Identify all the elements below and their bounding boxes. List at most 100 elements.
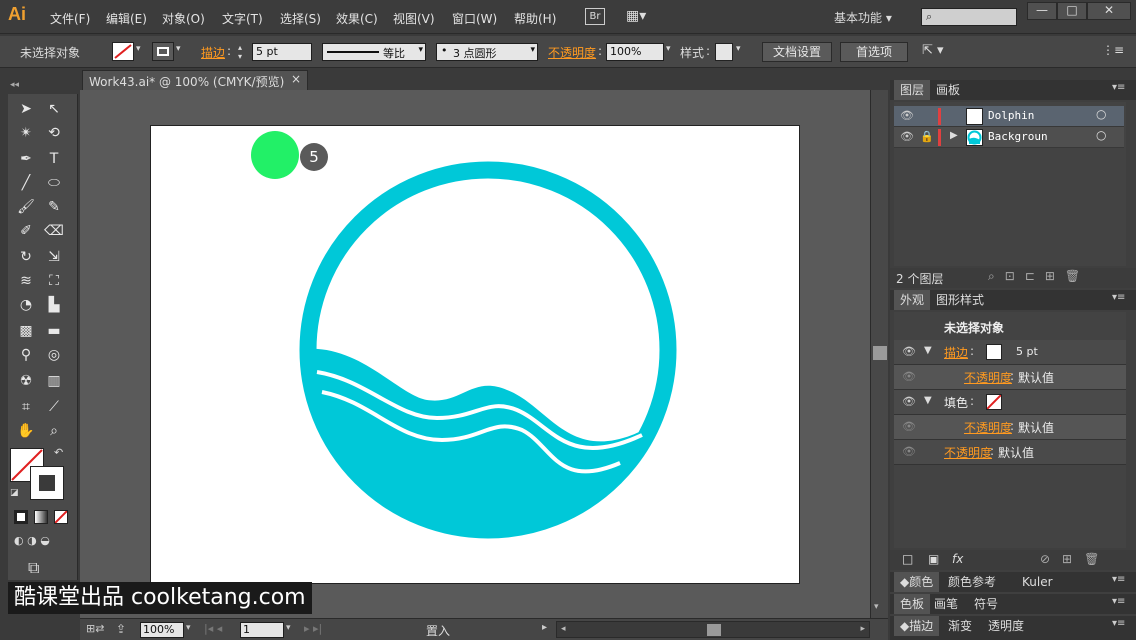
tab-color[interactable]: ◆颜色 <box>894 572 940 592</box>
opacity-dropdown-icon[interactable]: ▾ <box>666 44 671 54</box>
scroll-right-icon[interactable]: ▸ <box>860 624 865 634</box>
width-tool-icon[interactable]: ≋ <box>14 270 38 292</box>
brush-definition[interactable]: • 3 点圆形 ▾ <box>436 43 538 61</box>
tab-appearance[interactable]: 外观 <box>894 290 931 310</box>
minimize-button[interactable]: — <box>1027 2 1057 20</box>
layer-target-icon[interactable]: ○ <box>1096 107 1106 121</box>
logo-artwork[interactable] <box>297 160 679 542</box>
direct-selection-tool-icon[interactable]: ↖ <box>42 98 66 120</box>
layer-visibility-icon[interactable]: 👁 <box>900 109 914 122</box>
menu-type[interactable]: 文字(T) <box>222 10 263 27</box>
stroke-swatch[interactable] <box>152 42 174 61</box>
tab-graphic-styles[interactable]: 图形样式 <box>930 290 990 310</box>
swatches-panel-menu-icon[interactable]: ▾≡ <box>1112 596 1125 607</box>
magic-wand-tool-icon[interactable]: ✴ <box>14 122 38 144</box>
style-dropdown-icon[interactable]: ▾ <box>736 44 741 54</box>
arrange-icon[interactable]: ⇱ ▾ <box>922 43 944 58</box>
line-tool-icon[interactable]: ╱ <box>14 172 38 194</box>
close-button[interactable]: ✕ <box>1087 2 1131 20</box>
add-stroke-icon[interactable]: □ <box>902 552 913 566</box>
layer-visibility-icon[interactable]: 👁 <box>900 130 914 143</box>
symbol-sprayer-tool-icon[interactable]: ☢ <box>14 370 38 392</box>
swap-colors-icon[interactable]: ↶ <box>54 446 63 459</box>
vertical-scroll-thumb[interactable] <box>873 346 887 360</box>
appearance-row-fill[interactable]: 👁 ▼ 填色 : <box>894 390 1126 415</box>
stroke-dropdown-icon[interactable]: ▾ <box>176 44 181 54</box>
screen-mode-icon[interactable]: ⧉ <box>28 558 39 578</box>
mesh-tool-icon[interactable]: ▩ <box>14 320 38 342</box>
perspective-grid-tool-icon[interactable]: ▙ <box>42 294 66 316</box>
menu-object[interactable]: 对象(O) <box>162 10 205 27</box>
layer-row-dolphin[interactable]: 👁 Dolphin ○ <box>894 106 1124 127</box>
maximize-button[interactable]: □ <box>1057 2 1087 20</box>
stroke-row-swatch[interactable] <box>986 344 1002 360</box>
water-shape[interactable] <box>297 348 679 542</box>
tools-panel-collapse-icon[interactable]: ◂◂ <box>8 80 78 94</box>
color-mode-icon[interactable] <box>14 510 28 524</box>
pen-tool-icon[interactable]: ✒ <box>14 148 38 170</box>
layers-panel-menu-icon[interactable]: ▾≡ <box>1112 82 1125 93</box>
tab-kuler[interactable]: Kuler <box>1016 572 1059 592</box>
stroke-row-label[interactable]: 描边 <box>944 344 968 361</box>
first-artboard-icon[interactable]: |◂ ◂ <box>204 622 222 635</box>
rotate-tool-icon[interactable]: ↻ <box>14 246 38 268</box>
search-input[interactable]: ⌕ <box>921 8 1017 26</box>
menu-window[interactable]: 窗口(W) <box>452 10 497 27</box>
layer-lock-icon[interactable]: 🔒 <box>920 130 934 143</box>
preferences-button[interactable]: 首选项 <box>840 42 908 62</box>
menu-help[interactable]: 帮助(H) <box>514 10 556 27</box>
next-artboard-icon[interactable]: ▸ ▸| <box>304 622 322 635</box>
tab-transparency[interactable]: 透明度 <box>982 616 1030 636</box>
menu-select[interactable]: 选择(S) <box>280 10 321 27</box>
add-effect-icon[interactable]: fx <box>952 552 963 566</box>
appearance-footer-icons[interactable]: ⊘⊞🗑 <box>1040 552 1111 566</box>
gradient-mode-icon[interactable] <box>34 510 48 524</box>
vertical-scrollbar[interactable]: ▾ <box>870 90 888 618</box>
gradient-tool-icon[interactable]: ▬ <box>42 320 66 342</box>
horizontal-scrollbar[interactable]: ◂ ▸ <box>556 621 870 638</box>
appearance-panel-menu-icon[interactable]: ▾≡ <box>1112 292 1125 303</box>
hand-tool-icon[interactable]: ✋ <box>14 420 38 442</box>
shape-builder-tool-icon[interactable]: ◔ <box>14 294 38 316</box>
paintbrush-tool-icon[interactable]: 🖌 <box>14 196 38 218</box>
opacity-input[interactable]: 100% <box>606 43 664 61</box>
layer-name[interactable]: Backgroun <box>988 130 1048 143</box>
horizontal-scroll-thumb[interactable] <box>707 624 721 636</box>
menu-file[interactable]: 文件(F) <box>50 10 90 27</box>
column-graph-tool-icon[interactable]: ▥ <box>42 370 66 392</box>
opacity-row-label[interactable]: 不透明度 <box>964 369 1012 386</box>
tab-artboards[interactable]: 画板 <box>930 80 966 100</box>
layer-name[interactable]: Dolphin <box>988 109 1034 122</box>
type-tool-icon[interactable]: T <box>42 148 66 170</box>
tab-symbols[interactable]: 符号 <box>968 594 1004 614</box>
fill-dropdown-icon[interactable]: ▾ <box>136 44 141 54</box>
bridge-button[interactable]: Br <box>585 8 605 25</box>
tab-brushes[interactable]: 画笔 <box>928 594 964 614</box>
visibility-icon[interactable]: 👁 <box>902 420 916 433</box>
control-panel-menu-icon[interactable]: ⋮≡ <box>1102 43 1124 57</box>
blend-tool-icon[interactable]: ◎ <box>42 344 66 366</box>
zoom-input[interactable]: 100% <box>140 622 184 638</box>
menu-edit[interactable]: 编辑(E) <box>106 10 147 27</box>
add-fill-icon[interactable]: ▣ <box>928 552 939 566</box>
tab-color-guide[interactable]: 颜色参考 <box>942 572 1002 592</box>
stroke-label[interactable]: 描边 <box>201 44 225 61</box>
blob-brush-tool-icon[interactable]: ✐ <box>14 220 38 242</box>
artboard-nav-icon[interactable]: ⊞⇄ <box>86 622 104 635</box>
visibility-icon[interactable]: 👁 <box>902 345 916 358</box>
visibility-icon[interactable]: 👁 <box>902 395 916 408</box>
opacity-row-label[interactable]: 不透明度 <box>944 444 992 461</box>
stroke-stepper[interactable]: ▴ ▾ <box>238 43 250 61</box>
zoom-dropdown-icon[interactable]: ▾ <box>186 623 191 633</box>
opacity-row-label[interactable]: 不透明度 <box>964 419 1012 436</box>
arrange-documents-icon[interactable]: ▦▾ <box>626 8 652 25</box>
layers-footer-icons[interactable]: ⌕⊡⊏⊞🗑 <box>988 269 1090 284</box>
ellipse-tool-icon[interactable]: ⬭ <box>42 172 66 194</box>
expand-layer-icon[interactable]: ▶ <box>950 130 958 141</box>
drawing-modes-icon[interactable]: ◐ ◑ ◒ <box>14 534 68 548</box>
pencil-tool-icon[interactable]: ✎ <box>42 196 66 218</box>
tab-stroke[interactable]: ◆描边 <box>894 616 940 636</box>
opacity-label[interactable]: 不透明度 <box>548 44 596 61</box>
appearance-row-stroke[interactable]: 👁 ▼ 描边 : 5 pt <box>894 340 1126 365</box>
tab-layers[interactable]: 图层 <box>894 80 931 100</box>
